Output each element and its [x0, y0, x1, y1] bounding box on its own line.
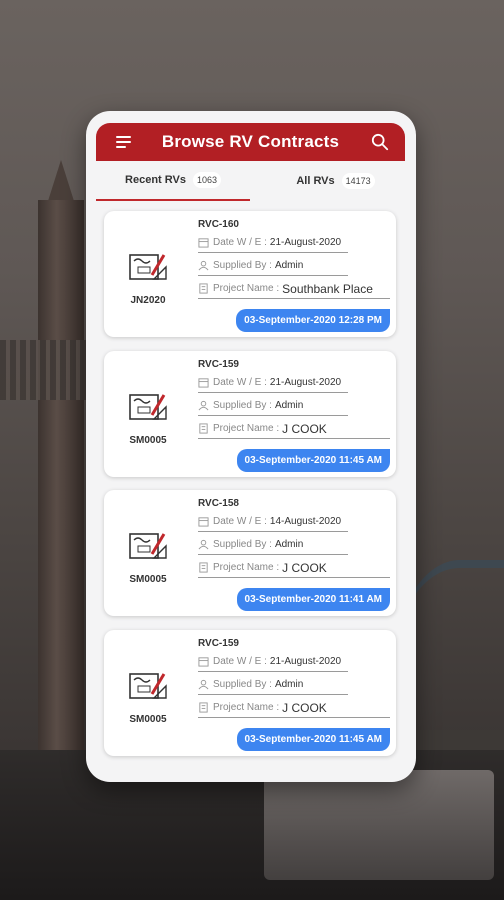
supplied-row: Supplied By : Admin: [198, 396, 348, 416]
supplied-label: Supplied By :: [213, 539, 272, 550]
tab-bar: Recent RVs 1063 All RVs 14173: [96, 161, 405, 201]
date-row: Date W / E : 21-August-2020: [198, 233, 348, 253]
date-label: Date W / E :: [213, 656, 267, 667]
supplied-row: Supplied By : Admin: [198, 535, 348, 555]
user-icon: [198, 260, 209, 271]
date-value: 21-August-2020: [269, 656, 342, 667]
date-value: 21-August-2020: [269, 377, 342, 388]
bridge-tower: [38, 200, 84, 760]
project-row: Project Name : Southbank Place: [198, 279, 390, 299]
building-icon: [199, 283, 208, 294]
calendar-icon: [198, 657, 209, 667]
contract-card[interactable]: JN2020 RVC-160 Date W / E : 21-August-20…: [104, 211, 396, 337]
building-icon: [199, 423, 208, 434]
project-row: Project Name : J COOK: [198, 558, 390, 578]
user-icon: [198, 539, 209, 550]
tab-all-rvs[interactable]: All RVs 14173: [266, 161, 405, 201]
boat: [264, 770, 494, 880]
tab-label: All RVs: [296, 175, 335, 187]
site-code: JN2020: [130, 295, 166, 306]
contract-card[interactable]: SM0005 RVC-159 Date W / E : 21-August-20…: [104, 630, 396, 756]
project-value: J COOK: [282, 421, 327, 436]
supplied-value: Admin: [274, 400, 304, 411]
timestamp-badge: 03-September-2020 11:41 AM: [236, 588, 390, 611]
calendar-icon: [198, 378, 209, 388]
user-icon: [198, 400, 209, 411]
project-value: Southbank Place: [282, 281, 373, 296]
search-icon[interactable]: [371, 133, 389, 151]
tab-recent-rvs[interactable]: Recent RVs 1063: [96, 161, 250, 201]
date-label: Date W / E :: [213, 516, 267, 527]
timestamp-badge: 03-September-2020 11:45 AM: [236, 449, 390, 472]
supplied-value: Admin: [274, 679, 304, 690]
signed-document-icon: [129, 673, 167, 699]
tab-label: Recent RVs: [125, 174, 186, 186]
calendar-icon: [198, 238, 209, 248]
project-label: Project Name :: [213, 562, 280, 573]
supplied-row: Supplied By : Admin: [198, 675, 348, 695]
project-row: Project Name : J COOK: [198, 698, 390, 718]
user-icon: [198, 679, 209, 690]
contract-card[interactable]: SM0005 RVC-158 Date W / E : 14-August-20…: [104, 490, 396, 616]
site-code: SM0005: [129, 714, 167, 725]
date-row: Date W / E : 14-August-2020: [198, 512, 348, 532]
project-label: Project Name :: [213, 702, 280, 713]
contract-card[interactable]: SM0005 RVC-159 Date W / E : 21-August-20…: [104, 351, 396, 477]
tab-count-badge: 14173: [341, 173, 375, 189]
project-row: Project Name : J COOK: [198, 419, 390, 439]
supplied-value: Admin: [274, 539, 304, 550]
app-bar: Browse RV Contracts: [96, 123, 405, 161]
supplied-row: Supplied By : Admin: [198, 256, 348, 276]
building-icon: [199, 562, 208, 573]
page-title: Browse RV Contracts: [161, 132, 340, 151]
contract-id: RVC-159: [198, 638, 239, 649]
supplied-value: Admin: [274, 260, 304, 271]
site-code: SM0005: [129, 574, 167, 585]
date-label: Date W / E :: [213, 237, 267, 248]
timestamp-badge: 03-September-2020 12:28 PM: [236, 309, 390, 332]
project-value: J COOK: [282, 700, 327, 715]
project-value: J COOK: [282, 560, 327, 575]
contract-id: RVC-159: [198, 359, 239, 370]
contract-id: RVC-160: [198, 219, 239, 230]
signed-document-icon: [129, 394, 167, 420]
calendar-icon: [198, 517, 209, 527]
date-value: 21-August-2020: [269, 237, 342, 248]
signed-document-icon: [129, 533, 167, 559]
site-code: SM0005: [129, 435, 167, 446]
bridge-walkway: [0, 340, 90, 400]
date-label: Date W / E :: [213, 377, 267, 388]
signed-document-icon: [129, 254, 167, 280]
contract-id: RVC-158: [198, 498, 239, 509]
supplied-label: Supplied By :: [213, 400, 272, 411]
supplied-label: Supplied By :: [213, 679, 272, 690]
date-value: 14-August-2020: [269, 516, 342, 527]
building-icon: [199, 702, 208, 713]
phone-screen: Browse RV Contracts Recent RVs 1063 All …: [86, 111, 416, 782]
project-label: Project Name :: [213, 423, 280, 434]
project-label: Project Name :: [213, 283, 280, 294]
date-row: Date W / E : 21-August-2020: [198, 652, 348, 672]
tab-count-badge: 1063: [192, 172, 221, 188]
timestamp-badge: 03-September-2020 11:45 AM: [236, 728, 390, 751]
supplied-label: Supplied By :: [213, 260, 272, 271]
date-row: Date W / E : 21-August-2020: [198, 373, 348, 393]
